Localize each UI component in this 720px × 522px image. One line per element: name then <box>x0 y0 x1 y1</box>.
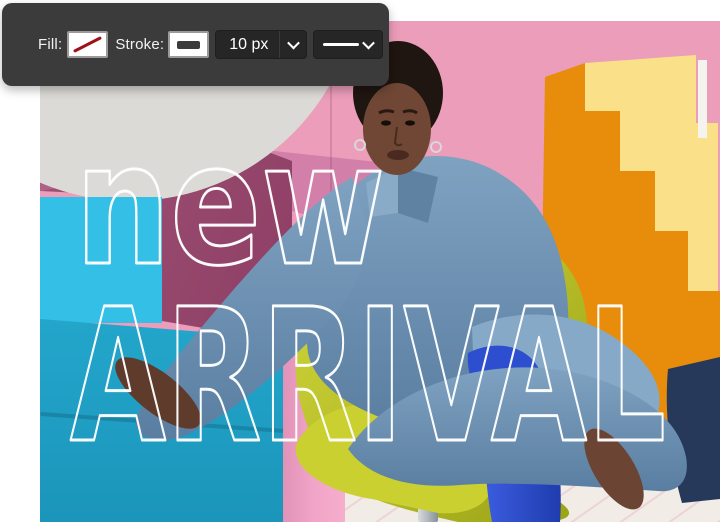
stroke-width-dropdown[interactable]: 10 px <box>215 30 308 59</box>
chevron-down-icon <box>286 36 300 50</box>
app-stage: new ARRIVAL Fill: Stroke: 10 px <box>0 0 720 522</box>
properties-toolbar: Fill: Stroke: 10 px <box>2 3 389 86</box>
overlay-text-group[interactable]: new ARRIVAL <box>40 21 720 522</box>
chevron-down-icon <box>362 36 376 50</box>
overlay-text-line2[interactable]: ARRIVAL <box>69 269 668 486</box>
fill-label: Fill: <box>38 36 63 53</box>
no-fill-icon <box>73 35 103 53</box>
fill-swatch-button[interactable] <box>67 31 109 58</box>
stroke-style-dropdown[interactable] <box>313 30 384 59</box>
solid-line-icon <box>323 43 360 46</box>
stroke-swatch-button[interactable] <box>168 31 210 58</box>
stroke-width-value: 10 px <box>229 35 269 53</box>
stroke-label: Stroke: <box>115 36 165 53</box>
canvas-photo[interactable]: new ARRIVAL <box>40 21 720 522</box>
stroke-color-icon <box>177 40 201 49</box>
